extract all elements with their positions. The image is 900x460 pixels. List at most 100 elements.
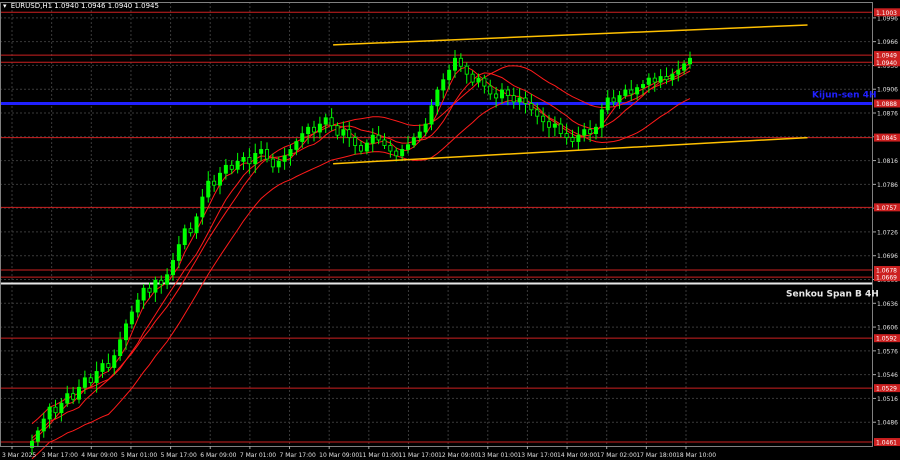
candle-body [541,115,546,123]
chart-header: ▾ EURUSD,H1 1.0940 1.0946 1.0940 1.0945 [3,2,159,10]
price-tick-label: 1.0816 [877,158,898,165]
level-label: 1.0669 [876,275,897,282]
candle-body [182,228,187,246]
time-tick-label: 13 Mar 01:00 [478,452,518,459]
candle-body [511,95,516,103]
level-label: 1.0845 [876,135,897,142]
candle-body [288,149,293,157]
candle-body [499,89,504,99]
candle-body [464,65,469,75]
candle-body [599,109,604,128]
time-tick-label: 17 Mar 18:00 [636,452,676,459]
candle-body [88,377,93,383]
symbol-label: EURUSD,H1 [10,2,53,10]
candle-body [153,279,158,293]
candle-body [329,117,334,127]
candle-body [165,274,170,285]
price-tick-label: 1.0696 [877,253,898,260]
candle-body [452,57,457,71]
time-tick-label: 3 Mar 17:00 [42,452,78,459]
dropdown-triangle-icon[interactable]: ▾ [3,2,7,10]
level-label: 1.0757 [876,205,897,212]
candle-body [658,76,663,83]
candle-body [276,160,281,168]
candle-body [212,180,217,186]
candle-body [411,137,416,146]
candle-body [135,299,140,313]
time-tick-label: 13 Mar 17:00 [517,452,557,459]
candle-body [400,149,405,157]
candle-body [394,150,399,157]
candle-body [623,89,628,96]
candle-body [611,97,616,103]
candle-body [388,145,393,152]
candle-body [423,123,428,133]
candle-body [517,97,522,103]
price-tick-label: 1.0636 [877,301,898,308]
candle-body [417,131,422,138]
candle-body [65,393,70,404]
time-tick-label: 11 Mar 01:00 [359,452,399,459]
candle-body [118,339,123,357]
candle-body [170,260,175,276]
candle-body [217,172,222,186]
time-tick-label: 11 Mar 17:00 [398,452,438,459]
candle-body [317,123,322,133]
candle-body [188,228,193,234]
time-tick-label: 5 Mar 01:00 [121,452,157,459]
senkou-span-b-label: Senkou Span B 4H [786,289,879,299]
candle-body [306,126,311,135]
price-tick-label: 1.0546 [877,372,898,379]
candle-body [588,129,593,135]
time-tick-label: 18 Mar 10:00 [676,452,716,459]
time-tick-label: 12 Mar 09:00 [438,452,478,459]
candle-body [82,377,87,388]
time-tick-label: 6 Mar 09:00 [200,452,236,459]
candle-body [347,129,352,138]
level-label: 1.1003 [876,10,897,17]
candle-body [458,57,463,67]
level-label: 1.0888 [876,101,897,108]
kijun-sen-label: Kijun-sen 4H [812,90,877,100]
candle-body [300,133,305,142]
candle-body [94,371,99,383]
candle-body [576,134,581,142]
candle-body [441,79,446,91]
candle-body [476,77,481,83]
candle-body [200,196,205,218]
candlestick-series [29,50,693,455]
candle-body [247,156,252,165]
candle-body [370,134,375,144]
candle-body [505,89,510,96]
candle-body [141,287,146,301]
candle-body [35,430,40,442]
candle-body [53,406,58,414]
candle-body [129,311,134,325]
price-tick-label: 1.0576 [877,348,898,355]
candle-body [106,363,111,368]
candle-body [341,129,346,136]
time-tick-label: 3 Mar 2025 [2,452,36,459]
candle-body [77,386,82,400]
candle-body [617,95,622,103]
candle-body [482,77,487,87]
candle-body [194,216,199,234]
level-label: 1.0940 [876,60,897,67]
price-chart[interactable]: 1.09961.09661.09361.09061.08761.08461.08… [0,0,900,460]
level-label: 1.0529 [876,386,897,393]
candle-body [71,393,76,400]
candle-body [547,121,552,128]
time-tick-label: 4 Mar 09:00 [81,452,117,459]
candle-body [635,87,640,95]
candle-body [270,158,275,168]
candle-body [176,244,181,261]
price-tick-label: 1.0906 [877,87,898,94]
candle-body [159,279,164,285]
candle-body [112,355,117,368]
candle-body [47,406,52,420]
candle-body [382,139,387,146]
level-label: 1.0461 [876,440,897,447]
candle-body [646,77,651,85]
candle-body [323,117,328,125]
candle-body [535,109,540,117]
